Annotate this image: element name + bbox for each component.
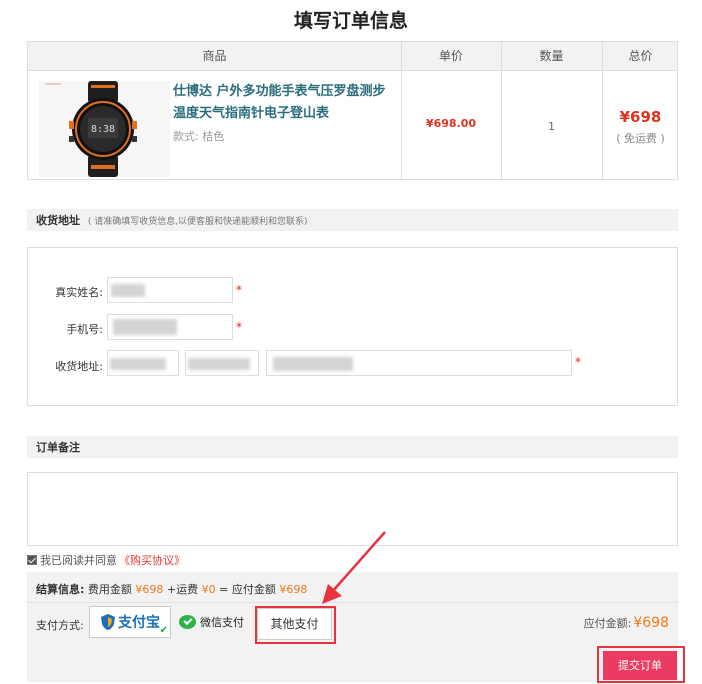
address-section-header: 收货地址 ( 请准确填写收货信息,以便客服和快递能顺利和您联系) [27, 209, 678, 231]
purchase-agreement-link[interactable]: 《购买协议》 [119, 552, 185, 568]
divider [27, 602, 678, 603]
header-total: 总价 [628, 49, 653, 63]
fee-amount: ¥698 [135, 583, 164, 596]
street-address-input[interactable] [266, 350, 572, 376]
redacted-value [113, 319, 177, 335]
redacted-value [273, 357, 353, 371]
address-label: 收货地址: [55, 360, 103, 373]
notes-section-title: 订单备注 [36, 441, 80, 454]
address-section-hint: ( 请准确填写收货信息,以便客服和快递能顺利和您联系) [87, 217, 308, 227]
province-select[interactable] [107, 350, 179, 376]
order-notes-textarea[interactable] [27, 472, 678, 546]
redacted-value [188, 358, 250, 370]
annotation-frame-other-payment [255, 606, 336, 644]
shipping-amount: ¥0 [201, 583, 216, 596]
table-header: 商品 单价 数量 总价 [28, 42, 677, 71]
required-mark: * [236, 283, 242, 297]
total-price: ¥698 [619, 108, 662, 126]
redacted-value [111, 284, 145, 297]
required-mark: * [575, 355, 581, 369]
product-image[interactable]: 8:38 [39, 81, 170, 177]
fee-label: 费用金额 [87, 583, 132, 596]
payment-panel: 结算信息: 费用金额 ¥698 +运费 ¥0 = 应付金额 ¥698 支付方式:… [27, 572, 678, 682]
column-divider [401, 42, 402, 179]
agreement-checkbox[interactable] [27, 555, 37, 565]
agreement-row: 我已阅读并同意 《购买协议》 [27, 552, 185, 568]
selected-check-icon: ✔ [159, 625, 168, 636]
quantity: 1 [548, 120, 555, 133]
product-name-link[interactable]: 仕博达 户外多功能手表气压罗盘测步温度天气指南针电子登山表 [173, 81, 398, 125]
name-label: 真实姓名: [55, 286, 103, 299]
phone-label: 手机号: [66, 323, 103, 336]
wechat-label: 微信支付 [200, 616, 244, 629]
payment-method-label: 支付方式: [36, 619, 84, 632]
agreement-text: 我已阅读并同意 [40, 554, 117, 567]
header-unit-price: 单价 [438, 49, 463, 63]
city-select[interactable] [185, 350, 259, 376]
settlement-summary: 结算信息: 费用金额 ¥698 +运费 ¥0 = 应付金额 ¥698 [36, 581, 307, 597]
phone-input[interactable] [107, 314, 233, 340]
amount-due-label: 应付金额: [583, 617, 632, 630]
shield-icon [101, 614, 115, 630]
alipay-label: 支付宝 [118, 615, 160, 631]
column-divider [501, 42, 502, 179]
page-title: 填写订单信息 [293, 10, 408, 32]
address-section-title: 收货地址 [36, 214, 80, 227]
shipping-label: +运费 [166, 583, 199, 596]
unit-price: ¥698.00 [425, 117, 477, 130]
redacted-value [110, 358, 166, 370]
product-variant: 款式: 桔色 [173, 130, 225, 143]
wechat-icon [179, 615, 196, 629]
annotation-frame-submit [597, 646, 685, 683]
required-mark: * [236, 320, 242, 334]
summary-label: 结算信息: [36, 583, 85, 596]
name-input[interactable] [107, 277, 233, 303]
payable-amount: ¥698 [279, 583, 308, 596]
notes-section-header: 订单备注 [27, 436, 678, 458]
amount-due-value: ¥698 [633, 615, 669, 631]
wechat-pay-option[interactable]: 微信支付 [179, 609, 252, 635]
free-shipping-note: ( 免运费 ) [616, 132, 665, 145]
payable-label: = 应付金额 [219, 583, 276, 596]
address-form: 真实姓名: * 手机号: * 收货地址: * [27, 247, 678, 406]
header-quantity: 数量 [539, 49, 564, 63]
alipay-option[interactable]: 支付宝 ✔ [89, 606, 171, 638]
product-table: 商品 单价 数量 总价 8:38 仕博达 户外多功能手表气压罗盘测步温度天气指南… [27, 41, 678, 180]
svg-text:8:38: 8:38 [91, 124, 115, 135]
amount-due: 应付金额: ¥698 [584, 615, 669, 631]
header-product: 商品 [202, 49, 227, 63]
